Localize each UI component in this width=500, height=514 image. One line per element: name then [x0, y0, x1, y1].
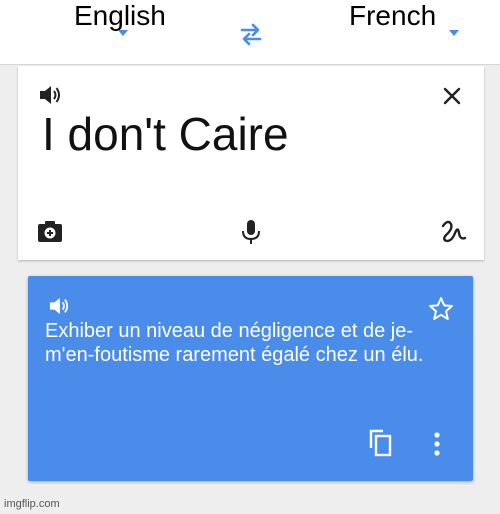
- target-language-selector[interactable]: French: [349, 0, 436, 36]
- swap-languages-icon[interactable]: [238, 22, 264, 46]
- handwriting-icon[interactable]: [440, 218, 468, 246]
- watermark: imgflip.com: [4, 498, 60, 510]
- source-text-input[interactable]: I don't Caire: [42, 104, 289, 164]
- translation-card: Exhiber un niveau de négligence et de je…: [28, 276, 473, 481]
- copy-icon[interactable]: [366, 428, 394, 458]
- chevron-down-icon[interactable]: [118, 30, 128, 36]
- camera-icon[interactable]: [36, 218, 64, 244]
- speaker-icon[interactable]: [38, 84, 62, 106]
- mic-icon[interactable]: [239, 218, 263, 246]
- source-text-card: I don't Caire: [18, 66, 484, 260]
- speaker-icon[interactable]: [48, 296, 70, 316]
- more-vert-icon[interactable]: [432, 431, 442, 457]
- close-icon[interactable]: [442, 86, 462, 106]
- translation-text: Exhiber un niveau de négligence et de je…: [45, 320, 424, 366]
- chevron-down-icon[interactable]: [449, 30, 459, 36]
- language-bar: English French: [0, 0, 500, 65]
